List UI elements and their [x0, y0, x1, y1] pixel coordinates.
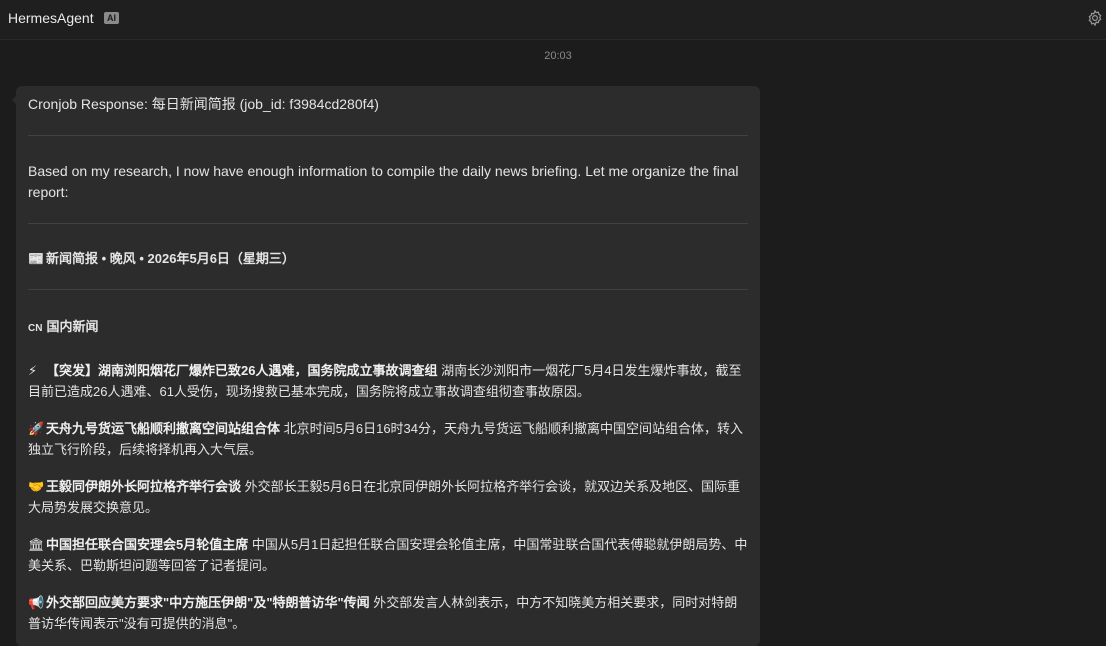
message-title: Cronjob Response: 每日新闻简报 (job_id: f3984c…: [28, 96, 379, 112]
gear-icon[interactable]: [1086, 9, 1104, 27]
section-title: 国内新闻: [46, 319, 99, 334]
message-bubble: Cronjob Response: 每日新闻简报 (job_id: f3984c…: [16, 86, 760, 646]
handshake-icon: 🤝: [28, 479, 45, 494]
news-headline: 王毅同伊朗外长阿拉格齐举行会谈: [46, 479, 242, 494]
news-item: 🏛中国担任联合国安理会5月轮值主席 中国从5月1日起担任联合国安理会轮值主席，中…: [28, 534, 748, 576]
message-content: Cronjob Response: 每日新闻简报 (job_id: f3984c…: [28, 94, 748, 634]
divider: [28, 135, 748, 136]
section-heading: CN 国内新闻: [28, 316, 748, 339]
report-heading: 📰 新闻简报 • 晚风 • 2026年5月6日（星期三）: [28, 248, 748, 269]
title-bar: HermesAgent AI: [0, 0, 1106, 40]
news-item: 📢 外交部回应美方要求"中方施压伊朗"及"特朗普访华"传闻 外交部发言人林剑表示，…: [28, 592, 748, 634]
news-item: ⚡ 【突发】湖南浏阳烟花厂爆炸已致26人遇难，国务院成立事故调查组 湖南长沙浏阳市…: [28, 360, 748, 402]
news-item: 🚀 天舟九号货运飞船顺利撤离空间站组合体 北京时间5月6日16时34分，天舟九号货…: [28, 418, 748, 460]
newspaper-icon: 📰: [28, 251, 45, 266]
rocket-icon: 🚀: [28, 421, 45, 436]
report-heading-text: 新闻简报 • 晚风 • 2026年5月6日（星期三）: [46, 251, 295, 266]
news-headline: 中国担任联合国安理会5月轮值主席: [46, 537, 249, 552]
app-name: HermesAgent: [8, 10, 94, 26]
news-headline: 外交部回应美方要求"中方施压伊朗"及"特朗普访华"传闻: [46, 595, 370, 610]
classical-building-icon: 🏛: [28, 537, 45, 552]
news-item: 🤝 王毅同伊朗外长阿拉格齐举行会谈 外交部长王毅5月6日在北京同伊朗外长阿拉格齐举…: [28, 476, 748, 518]
divider: [28, 223, 748, 224]
lightning-icon: ⚡: [28, 363, 38, 378]
megaphone-icon: 📢: [28, 595, 45, 610]
message-timestamp: 20:03: [544, 50, 572, 62]
news-headline: 天舟九号货运飞船顺利撤离空间站组合体: [46, 421, 281, 436]
message-intro: Based on my research, I now have enough …: [28, 163, 739, 200]
divider: [28, 289, 748, 290]
ai-badge: AI: [104, 12, 119, 24]
news-headline: 【突发】湖南浏阳烟花厂爆炸已致26人遇难，国务院成立事故调查组: [46, 363, 438, 378]
cn-flag-icon: CN: [28, 323, 43, 334]
